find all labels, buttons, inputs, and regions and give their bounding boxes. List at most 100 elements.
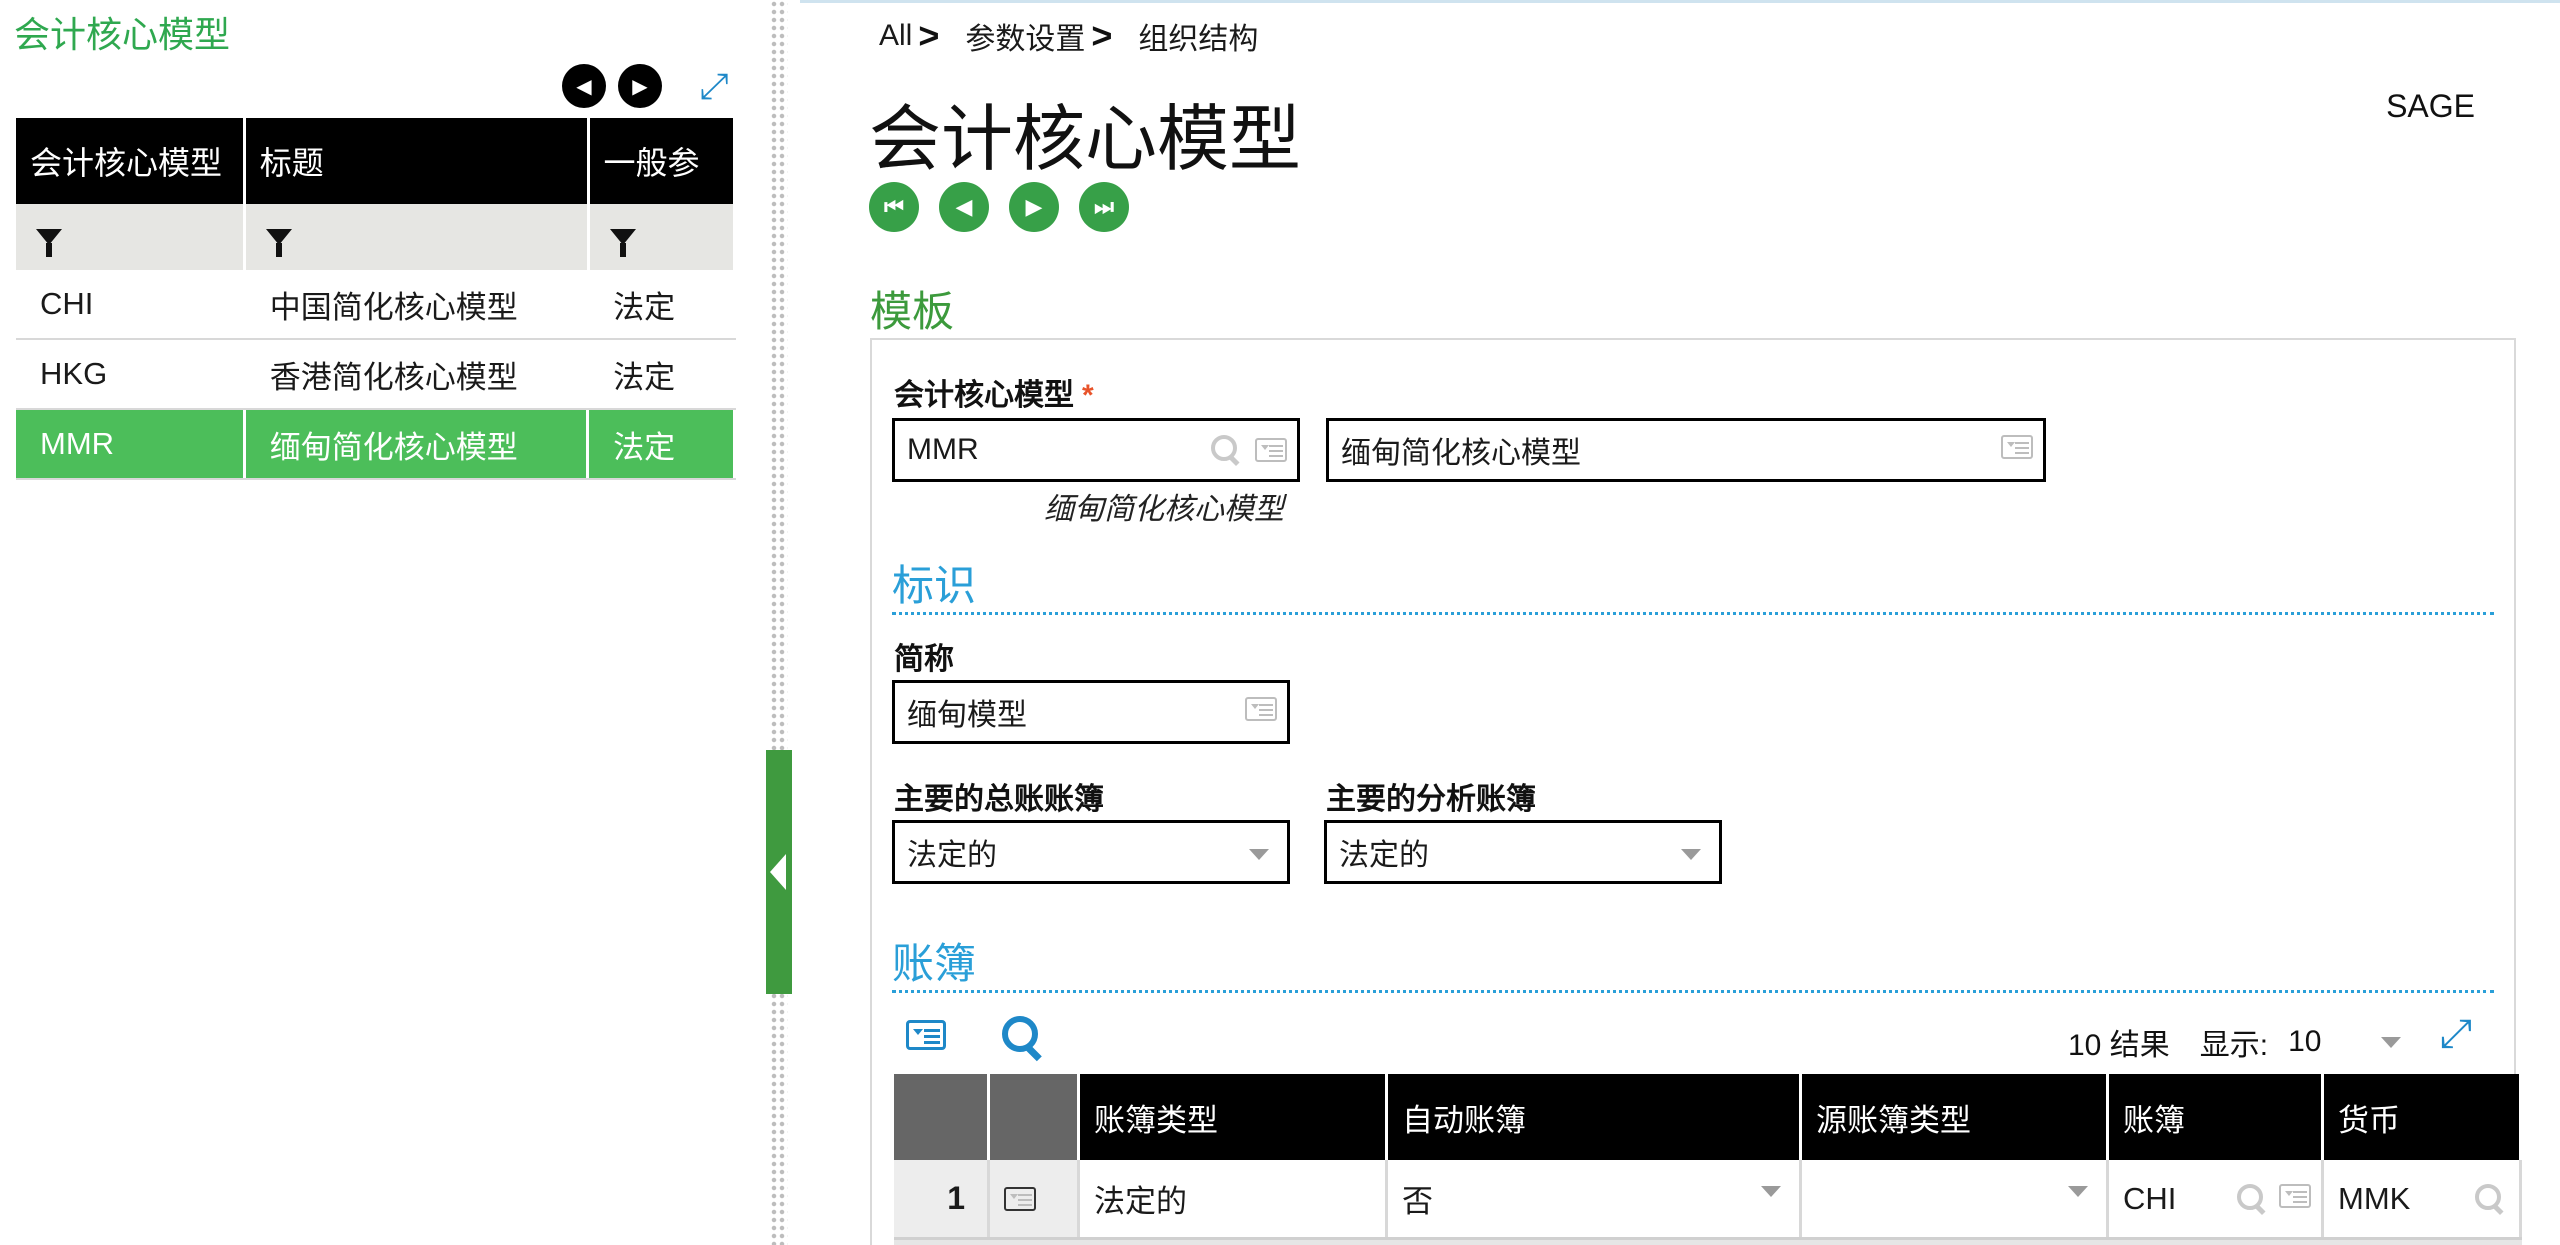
ledger-grid: 账簿类型 自动账簿 源账簿类型 账簿 货币 1 法定的 否 CHI MMK: [894, 1074, 2522, 1245]
triangle-right-icon: ▶: [1025, 194, 1043, 219]
row-title: 中国简化核心模型: [246, 270, 590, 338]
section-divider: [892, 612, 2494, 615]
main-gl-ledger-select[interactable]: 法定的: [892, 820, 1290, 884]
section-ledger-title: 账簿: [892, 940, 977, 987]
column-header[interactable]: 货币: [2324, 1074, 2522, 1160]
column-header[interactable]: 账簿类型: [1080, 1074, 1388, 1160]
column-header[interactable]: 账簿: [2109, 1074, 2324, 1160]
search-icon[interactable]: [1211, 435, 1241, 465]
detail-card-icon[interactable]: [2001, 435, 2033, 459]
model-code-input[interactable]: MMR: [892, 418, 1300, 482]
ledger-value: CHI: [2123, 1180, 2177, 1216]
main-analytic-ledger-select[interactable]: 法定的: [1324, 820, 1722, 884]
ledger-grid-header: 账簿类型 自动账簿 源账簿类型 账簿 货币: [894, 1074, 2522, 1160]
last-record-button[interactable]: ⏭: [1079, 182, 1129, 232]
column-header[interactable]: 标题: [246, 118, 590, 204]
collapse-left-icon: [770, 854, 786, 890]
expand-icon[interactable]: ⤢: [2440, 1012, 2472, 1057]
ledger-type-cell[interactable]: 法定的: [1080, 1160, 1388, 1237]
triangle-left-icon: ◀: [955, 194, 973, 219]
row-general: 法定: [589, 340, 736, 408]
show-label: 显示:: [2199, 1029, 2269, 1062]
skip-first-icon: ⏮: [884, 194, 904, 219]
table-row-partial: [894, 1240, 2522, 1245]
panel-splitter[interactable]: [770, 0, 788, 1245]
currency-cell[interactable]: MMK: [2324, 1160, 2522, 1237]
detail-card-icon[interactable]: [2279, 1184, 2311, 1208]
table-row[interactable]: 1 法定的 否 CHI MMK: [894, 1160, 2522, 1240]
column-header-blank: [990, 1074, 1080, 1160]
column-header[interactable]: 一般参: [590, 118, 736, 204]
breadcrumb-item[interactable]: 参数设置: [965, 14, 1085, 58]
top-divider: [800, 0, 2560, 3]
search-icon[interactable]: [2475, 1184, 2505, 1214]
grid-results-bar: 10 结果 显示: 10: [2068, 1020, 2402, 1064]
prev-record-button[interactable]: ◀: [939, 182, 989, 232]
auto-ledger-cell[interactable]: 否: [1388, 1160, 1802, 1237]
left-grid-header: 会计核心模型 标题 一般参: [16, 118, 736, 204]
filter-icon[interactable]: [265, 229, 292, 257]
main-analytic-ledger-value: 法定的: [1339, 839, 1429, 872]
breadcrumb-item[interactable]: All: [879, 19, 912, 53]
prev-page-button[interactable]: ◀: [562, 64, 606, 108]
source-ledger-type-cell[interactable]: [1802, 1160, 2109, 1237]
short-name-input[interactable]: 缅甸模型: [892, 680, 1290, 744]
filter-icon[interactable]: [609, 229, 636, 257]
table-row[interactable]: HKG 香港简化核心模型 法定: [16, 340, 736, 410]
model-name-value: 缅甸简化核心模型: [1341, 437, 1581, 470]
row-general: 法定: [589, 410, 736, 478]
breadcrumb-item[interactable]: 组织结构: [1138, 14, 1258, 58]
currency-value: MMK: [2338, 1180, 2411, 1216]
model-label-text: 会计核心模型: [894, 379, 1074, 412]
breadcrumb: All > 参数设置 > 组织结构: [879, 14, 1258, 58]
model-field-label: 会计核心模型 *: [894, 370, 1094, 414]
table-row[interactable]: CHI 中国简化核心模型 法定: [16, 270, 736, 340]
chevron-down-icon[interactable]: [1761, 1186, 1781, 1197]
grid-search-icon[interactable]: [1002, 1016, 1046, 1060]
chevron-right-icon: >: [918, 15, 940, 56]
filter-cell[interactable]: [590, 204, 736, 270]
ledger-cell[interactable]: CHI: [2109, 1160, 2324, 1237]
collapse-panel-handle[interactable]: [766, 750, 792, 994]
chevron-down-icon[interactable]: [2068, 1186, 2088, 1197]
main-gl-ledger-label: 主要的总账账簿: [894, 783, 1104, 816]
short-name-value: 缅甸模型: [907, 699, 1027, 732]
column-header[interactable]: 会计核心模型: [16, 118, 246, 204]
chevron-down-icon[interactable]: [1249, 849, 1269, 860]
next-page-button[interactable]: ▶: [618, 64, 662, 108]
row-code: CHI: [16, 270, 246, 338]
detail-card-icon[interactable]: [1004, 1186, 1036, 1211]
first-record-button[interactable]: ⏮: [869, 182, 919, 232]
skip-last-icon: ⏭: [1094, 194, 1114, 219]
detail-card-icon[interactable]: [1245, 697, 1277, 721]
model-code-value: MMR: [907, 433, 979, 466]
page-size-value[interactable]: 10: [2288, 1025, 2321, 1059]
filter-cell[interactable]: [16, 204, 246, 270]
left-panel-title: 会计核心模型: [14, 14, 231, 55]
expand-icon[interactable]: ⤢: [692, 64, 736, 108]
record-navigation: ⏮ ◀ ▶ ⏭: [869, 182, 1129, 232]
section-identity-title: 标识: [892, 562, 977, 609]
table-row-selected[interactable]: MMR 缅甸简化核心模型 法定: [16, 410, 736, 480]
left-grid: 会计核心模型 标题 一般参 CHI 中国简化核心模型 法定 HKG 香港简化核心…: [16, 118, 736, 483]
chevron-down-icon[interactable]: [1681, 849, 1701, 860]
main-analytic-ledger-label: 主要的分析账簿: [1326, 783, 1536, 816]
row-detail-cell[interactable]: [990, 1160, 1080, 1237]
next-record-button[interactable]: ▶: [1009, 182, 1059, 232]
section-template-title: 模板: [870, 288, 955, 335]
model-name-input[interactable]: 缅甸简化核心模型: [1326, 418, 2046, 482]
column-header[interactable]: 源账簿类型: [1802, 1074, 2109, 1160]
row-code: HKG: [16, 340, 246, 408]
chevron-down-icon[interactable]: [2381, 1036, 2402, 1048]
triangle-right-icon: ▶: [632, 75, 648, 98]
detail-card-icon[interactable]: [1255, 438, 1287, 462]
row-general: 法定: [589, 270, 736, 338]
section-divider: [892, 990, 2494, 993]
filter-icon[interactable]: [36, 229, 62, 257]
column-header[interactable]: 自动账簿: [1388, 1074, 1802, 1160]
left-grid-filter-row: [16, 204, 736, 270]
chevron-right-icon: >: [1091, 15, 1113, 56]
search-icon[interactable]: [2237, 1184, 2267, 1214]
grid-detail-icon[interactable]: [906, 1020, 946, 1050]
filter-cell[interactable]: [246, 204, 590, 270]
